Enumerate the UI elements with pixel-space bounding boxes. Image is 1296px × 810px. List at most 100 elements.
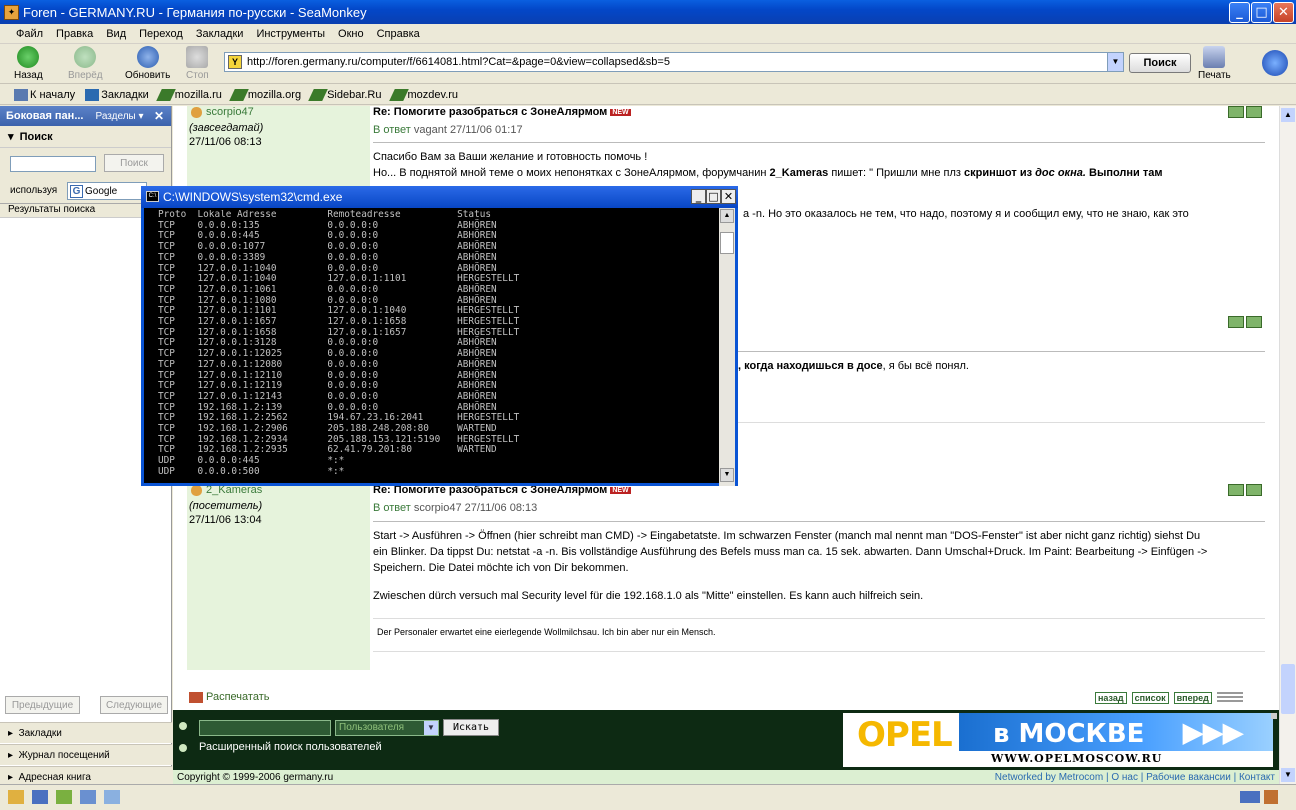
addressbook-icon[interactable]: [104, 790, 120, 804]
sidebar-search-button[interactable]: Поиск: [104, 154, 164, 172]
quote-icon[interactable]: [1246, 316, 1262, 328]
menu-help[interactable]: Справка: [377, 28, 420, 40]
bookmark-bookmarks[interactable]: Закладки: [85, 88, 149, 101]
security-lock-icon[interactable]: [1264, 790, 1278, 804]
nav-list-link[interactable]: список: [1131, 692, 1169, 704]
banner-url: WWW.OPELMOSCOW.RU: [991, 752, 1163, 765]
banner-brand: OPEL: [857, 715, 953, 755]
stop-label: Стоп: [186, 70, 209, 81]
menu-view[interactable]: Вид: [106, 28, 126, 40]
user-icon: [191, 484, 202, 496]
nav-back-link[interactable]: назад: [1095, 692, 1127, 704]
back-label: Назад: [14, 70, 43, 81]
post2-user-panel: 2_Kameras (посетитель) 27/11/06 13:04: [187, 484, 370, 670]
post1-reply-to[interactable]: vagant 27/11/06 01:17: [414, 124, 523, 136]
print-button[interactable]: Печать: [1198, 46, 1231, 81]
reply-icon[interactable]: [1228, 106, 1244, 118]
sidebar-sections-dropdown[interactable]: Разделы ▾: [96, 111, 144, 122]
minimize-button[interactable]: _: [1229, 2, 1250, 23]
user-search-button[interactable]: Искать: [443, 719, 499, 736]
post1-body-tail: , когда находишься в досе, я бы всё поня…: [738, 360, 969, 372]
cmd-window[interactable]: C:\ C:\WINDOWS\system32\cmd.exe _ □ ✕ Pr…: [141, 186, 738, 486]
quote-icon[interactable]: [1246, 484, 1262, 496]
scroll-down-icon[interactable]: ▼: [1281, 768, 1295, 782]
status-bar: [0, 784, 1296, 810]
scroll-up-icon[interactable]: ▲: [1281, 108, 1295, 122]
new-badge: NEW: [610, 486, 631, 494]
printer-icon: [189, 691, 203, 703]
navigator-icon[interactable]: [8, 790, 24, 804]
user-type-select[interactable]: Пользователя ▼: [335, 720, 439, 736]
cmd-minimize-button[interactable]: _: [691, 189, 706, 204]
bookmarks-toolbar: К началу Закладки mozilla.ru mozilla.org…: [0, 85, 1296, 105]
divider: [373, 651, 1265, 652]
advanced-user-search-link[interactable]: Расширенный поиск пользователей: [199, 741, 382, 753]
reload-button[interactable]: Обновить: [125, 46, 170, 81]
bookmark-mozilla-ru[interactable]: mozilla.ru: [155, 88, 222, 101]
copyright-text: Copyright © 1999-2006 germany.ru: [177, 771, 334, 783]
post1-date: 27/11/06 08:13: [189, 136, 262, 148]
search-engine-select[interactable]: G Google: [67, 182, 147, 200]
chat-icon[interactable]: [80, 790, 96, 804]
cmd-maximize-button[interactable]: □: [706, 189, 721, 204]
cmd-app-icon: C:\: [146, 191, 159, 202]
bookmark-home[interactable]: К началу: [14, 88, 75, 101]
cmd-close-button[interactable]: ✕: [721, 189, 736, 204]
post1-username[interactable]: scorpio47: [206, 106, 254, 118]
sidebar-close-icon[interactable]: ✕: [154, 109, 164, 123]
prev-results-button[interactable]: Предыдущие: [5, 696, 80, 714]
cmd-scroll-up-icon[interactable]: ▲: [720, 209, 734, 223]
print-link[interactable]: Распечатать: [189, 691, 269, 703]
menu-window[interactable]: Окно: [338, 28, 364, 40]
composer-icon[interactable]: [56, 790, 72, 804]
mozilla-icon: [155, 88, 176, 101]
menu-go[interactable]: Переход: [139, 28, 183, 40]
cmd-scroll-thumb[interactable]: [720, 232, 734, 254]
scroll-thumb[interactable]: [1281, 664, 1295, 714]
close-button[interactable]: ✕: [1273, 2, 1294, 23]
sidebar-tab-history[interactable]: ▸ Журнал посещений: [0, 744, 172, 765]
cmd-scrollbar[interactable]: ▲ ▼: [719, 208, 735, 486]
sidebar-tab-bookmarks[interactable]: ▸ Закладки: [0, 722, 172, 743]
banner-arrows-icon: ▶▶▶: [1183, 717, 1243, 747]
printer-icon: [1203, 46, 1226, 68]
bookmark-sidebar-ru[interactable]: Sidebar.Ru: [308, 88, 382, 101]
quote-icon[interactable]: [1246, 106, 1262, 118]
copyright-bar: Copyright © 1999-2006 germany.ru Network…: [173, 770, 1279, 784]
cmd-titlebar[interactable]: C:\ C:\WINDOWS\system32\cmd.exe _ □ ✕: [141, 186, 738, 208]
bookmark-mozilla-org[interactable]: mozilla.org: [229, 88, 301, 101]
back-button[interactable]: Назад: [14, 46, 43, 81]
bookmark-mozdev-ru[interactable]: mozdev.ru: [388, 88, 458, 101]
nav-forward-link[interactable]: вперед: [1173, 692, 1212, 704]
maximize-button[interactable]: □: [1251, 2, 1272, 23]
sidebar-search-input[interactable]: [10, 156, 96, 172]
footer-links[interactable]: Networked by Metrocom | О нас | Рабочие …: [995, 772, 1279, 783]
reply-icon[interactable]: [1228, 316, 1244, 328]
seamonkey-throbber-icon: [1262, 50, 1288, 76]
menu-bookmarks[interactable]: Закладки: [196, 28, 244, 40]
divider: [373, 521, 1265, 522]
sidebar-search-header[interactable]: ▾ Поиск: [0, 126, 171, 148]
view-toggle-icon[interactable]: [1216, 692, 1243, 704]
url-dropdown-icon[interactable]: ▼: [1107, 53, 1123, 71]
user-search-input[interactable]: [199, 720, 331, 736]
next-results-button[interactable]: Следующие: [100, 696, 168, 714]
opel-banner-ad[interactable]: OPEL в МОСКВЕ ▶▶▶ WWW.OPELMOSCOW.RU: [843, 713, 1273, 767]
app-icon: ✦: [4, 4, 19, 20]
online-status-icon[interactable]: [1240, 791, 1260, 803]
search-button[interactable]: Поиск: [1129, 53, 1191, 73]
forward-button[interactable]: Вперёд: [68, 46, 103, 81]
page-scrollbar[interactable]: ▲ ▼: [1279, 106, 1296, 784]
url-input[interactable]: Y http://foren.germany.ru/computer/f/661…: [224, 52, 1124, 72]
dropdown-arrow-icon: ▼: [424, 721, 438, 735]
bullet-icon: [179, 722, 187, 730]
menu-file[interactable]: Файл: [16, 28, 43, 40]
reply-icon[interactable]: [1228, 484, 1244, 496]
cmd-scroll-down-icon[interactable]: ▼: [720, 468, 734, 482]
post2-reply-to[interactable]: scorpio47 27/11/06 08:13: [414, 502, 537, 514]
mail-icon[interactable]: [32, 790, 48, 804]
reload-icon: [136, 46, 159, 68]
stop-button[interactable]: Стоп: [186, 46, 209, 81]
menu-tools[interactable]: Инструменты: [256, 28, 325, 40]
menu-edit[interactable]: Правка: [56, 28, 93, 40]
